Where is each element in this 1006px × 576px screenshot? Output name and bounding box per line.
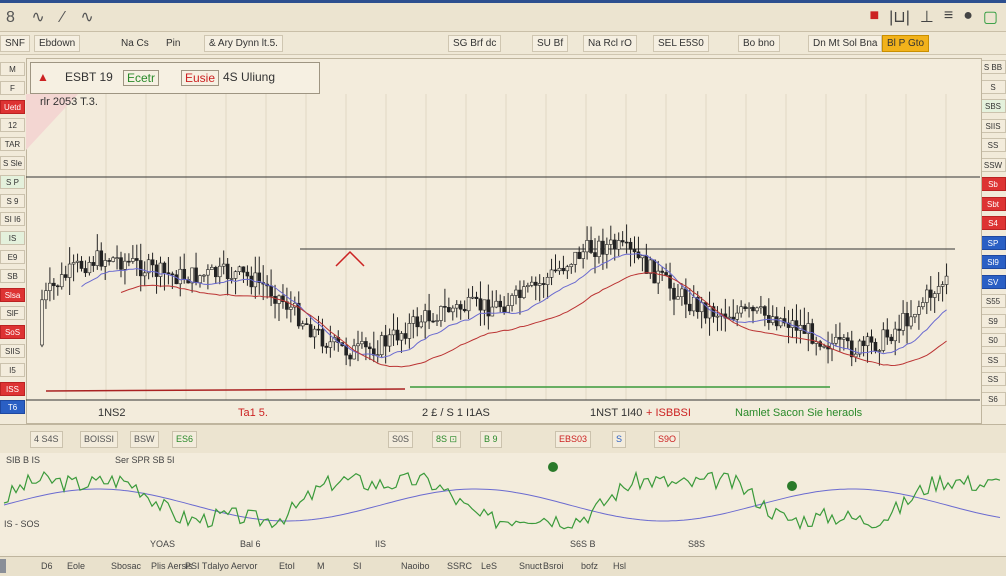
status-bar-item[interactable]: bofz — [578, 559, 601, 573]
status-bar-item[interactable]: Hsl — [610, 559, 629, 573]
oscillator-line — [3, 470, 1001, 531]
status-bar-item[interactable]: LeS — [478, 559, 500, 573]
status-bar-item[interactable]: Sbosac — [108, 559, 144, 573]
status-bar-item[interactable]: EtoI — [276, 559, 298, 573]
status-bar-tab[interactable] — [0, 559, 6, 573]
status-bar-item[interactable]: Naoibo — [398, 559, 433, 573]
oscillator-chart — [3, 462, 1001, 531]
signal-dot-icon — [787, 481, 797, 491]
status-bar-item[interactable]: SI — [350, 559, 365, 573]
status-bar-item[interactable]: Bsroi — [540, 559, 567, 573]
signal-dot-icon — [548, 462, 558, 472]
status-bar-item[interactable]: PSI Tdalyo Aervor — [182, 559, 260, 573]
status-bar: D6 Eole Sbosac Plis Aersis PSI Tdalyo Aervor… — [0, 556, 1006, 576]
status-bar-item[interactable]: M — [314, 559, 328, 573]
status-bar-item[interactable]: D6 — [38, 559, 56, 573]
status-bar-item[interactable]: SSRC — [444, 559, 475, 573]
status-bar-item[interactable]: Eole — [64, 559, 88, 573]
